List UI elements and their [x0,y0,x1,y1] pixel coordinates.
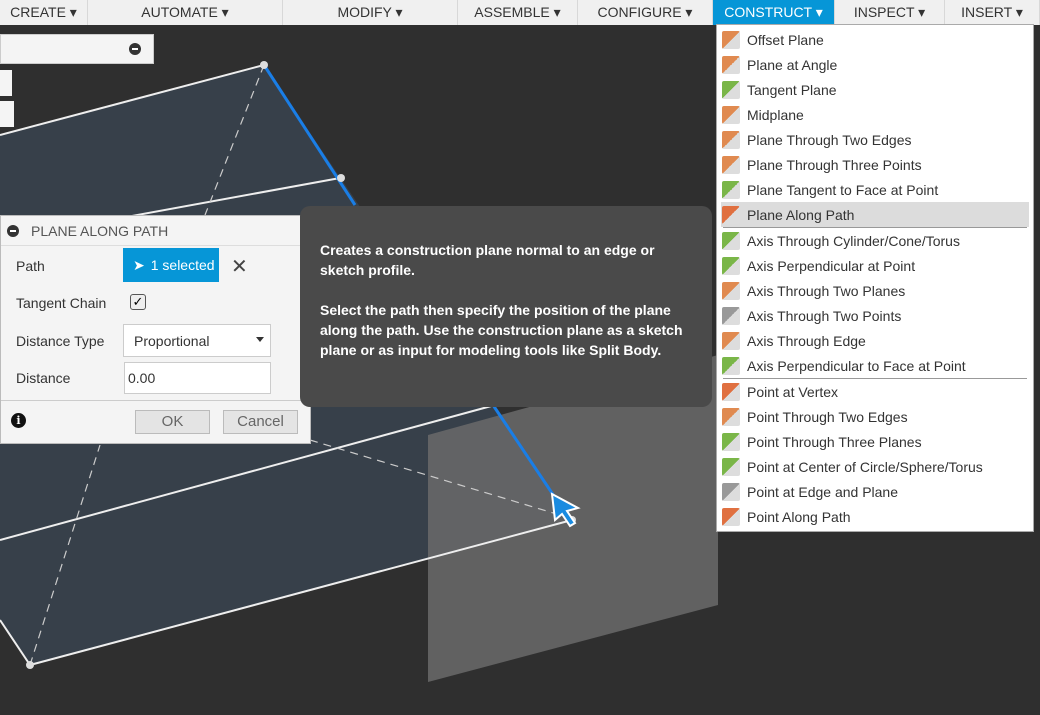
menu-item-label: Plane at Angle [747,56,838,73]
menu-item-point-at-center-of-circle-sphere-torus[interactable]: Point at Center of Circle/Sphere/Torus [717,454,1033,479]
side-panel-tab[interactable] [0,101,14,127]
menu-item-label: Plane Tangent to Face at Point [747,181,939,198]
menu-item-label: Axis Through Cylinder/Cone/Torus [747,232,960,249]
menu-item-label: Axis Perpendicular at Point [747,257,916,274]
menu-item-label: Plane Along Path [747,206,855,223]
menu-item-axis-through-two-points[interactable]: Axis Through Two Points [717,303,1033,328]
menu-item-label: Axis Perpendicular to Face at Point [747,357,966,374]
construct-feature-icon [722,281,740,300]
menu-item-label: Point Through Three Planes [747,433,922,450]
menu-item-label: Tangent Plane [747,81,837,98]
construct-feature-icon [722,457,740,476]
menu-item-axis-through-edge[interactable]: Axis Through Edge [717,328,1033,353]
tooltip-summary: Creates a construction plane normal to a… [320,242,655,278]
side-panel-tab[interactable] [0,70,12,96]
browser-panel [0,34,154,64]
menu-item-label: Axis Through Two Planes [747,282,906,299]
menu-item-point-along-path[interactable]: Point Along Path [717,504,1033,529]
menu-item-label: Plane Through Two Edges [747,131,912,148]
menu-item-plane-at-angle[interactable]: Plane at Angle [717,52,1033,77]
menu-item-plane-through-two-edges[interactable]: Plane Through Two Edges [717,127,1033,152]
toolbar: CREATE ▾ AUTOMATE ▾ MODIFY ▾ ASSEMBLE ▾ CONF… [0,0,1040,25]
menu-item-midplane[interactable]: Midplane [717,102,1033,127]
vertex [26,661,34,669]
construct-feature-icon [722,306,740,325]
construct-feature-icon [722,256,740,275]
construct-feature-icon [722,482,740,501]
menu-item-label: Point at Center of Circle/Sphere/Torus [747,458,983,475]
cancel-button[interactable]: Cancel [223,410,298,434]
menu-item-label: Point at Vertex [747,383,839,400]
construct-feature-icon [722,205,740,224]
toolbar-tab-create[interactable]: CREATE ▾ [0,0,88,25]
tangent-chain-label: Tangent Chain [16,295,107,311]
menu-item-plane-along-path[interactable]: Plane Along Path [721,202,1029,227]
ok-button[interactable]: OK [135,410,210,434]
toolbar-tab-automate[interactable]: AUTOMATE ▾ [88,0,283,25]
menu-item-axis-perpendicular-at-point[interactable]: Axis Perpendicular at Point [717,253,1033,278]
construct-feature-icon [722,105,740,124]
construct-feature-icon [722,155,740,174]
collapse-icon[interactable] [7,224,19,237]
path-selection-button[interactable]: ➤ 1 selected [123,248,219,282]
menu-item-point-through-two-edges[interactable]: Point Through Two Edges [717,404,1033,429]
pointer-icon: ➤ [133,256,145,273]
construct-feature-icon [722,130,740,149]
menu-item-axis-through-cylinder-cone-torus[interactable]: Axis Through Cylinder/Cone/Torus [717,228,1033,253]
chevron-down-icon [256,337,264,342]
construct-menu: Offset Plane Plane at Angle Tangent Plane M… [716,24,1034,532]
vertex [260,61,268,69]
construct-feature-icon [722,80,740,99]
menu-item-axis-through-two-planes[interactable]: Axis Through Two Planes [717,278,1033,303]
construct-feature-icon [722,55,740,74]
construct-feature-icon [722,180,740,199]
dialog-title: PLANE ALONG PATH [31,222,169,239]
menu-item-plane-through-three-points[interactable]: Plane Through Three Points [717,152,1033,177]
construct-feature-icon [722,30,740,49]
menu-item-label: Point at Edge and Plane [747,483,899,500]
menu-item-point-through-three-planes[interactable]: Point Through Three Planes [717,429,1033,454]
menu-item-plane-tangent-to-face-at-point[interactable]: Plane Tangent to Face at Point [717,177,1033,202]
construct-feature-icon [722,231,740,250]
menu-item-point-at-vertex[interactable]: Point at Vertex [717,379,1033,404]
construct-feature-icon [722,382,740,401]
menu-item-label: Point Through Two Edges [747,408,908,425]
toolbar-tab-assemble[interactable]: ASSEMBLE ▾ [458,0,578,25]
toolbar-tab-construct[interactable]: CONSTRUCT ▾ [713,0,835,25]
distance-type-value: Proportional [134,333,210,349]
clear-selection-icon[interactable]: ✕ [231,254,248,279]
toolbar-tab-inspect[interactable]: INSPECT ▾ [835,0,945,25]
path-selection-value: 1 selected [150,257,215,273]
menu-item-label: Point Along Path [747,508,851,525]
tooltip-details: Select the path then specify the positio… [320,302,683,358]
construct-feature-icon [722,507,740,526]
menu-item-label: Plane Through Three Points [747,156,922,173]
menu-item-tangent-plane[interactable]: Tangent Plane [717,77,1033,102]
info-icon[interactable]: i [11,413,26,428]
toolbar-tab-configure[interactable]: CONFIGURE ▾ [578,0,713,25]
collapse-icon[interactable] [129,43,141,55]
distance-label: Distance [16,370,71,386]
menu-item-label: Axis Through Two Points [747,307,902,324]
distance-type-label: Distance Type [16,333,105,349]
tooltip: Creates a construction plane normal to a… [300,206,712,407]
menu-item-point-at-edge-and-plane[interactable]: Point at Edge and Plane [717,479,1033,504]
distance-type-select[interactable]: Proportional [123,324,271,357]
menu-item-label: Offset Plane [747,31,824,48]
menu-item-label: Midplane [747,106,804,123]
distance-input[interactable] [124,362,271,394]
toolbar-tab-modify[interactable]: MODIFY ▾ [283,0,458,25]
tangent-chain-checkbox[interactable]: ✓ [130,294,146,310]
vertex [337,174,345,182]
path-label: Path [16,258,45,274]
toolbar-tab-insert[interactable]: INSERT ▾ [945,0,1040,25]
menu-item-label: Axis Through Edge [747,332,866,349]
plane-along-path-dialog: PLANE ALONG PATH Path ➤ 1 selected ✕ Tang… [0,215,311,444]
menu-item-axis-perpendicular-to-face-at-point[interactable]: Axis Perpendicular to Face at Point [717,353,1033,378]
construct-feature-icon [722,407,740,426]
construct-feature-icon [722,331,740,350]
construct-feature-icon [722,432,740,451]
menu-item-offset-plane[interactable]: Offset Plane [717,27,1033,52]
construct-feature-icon [722,356,740,375]
